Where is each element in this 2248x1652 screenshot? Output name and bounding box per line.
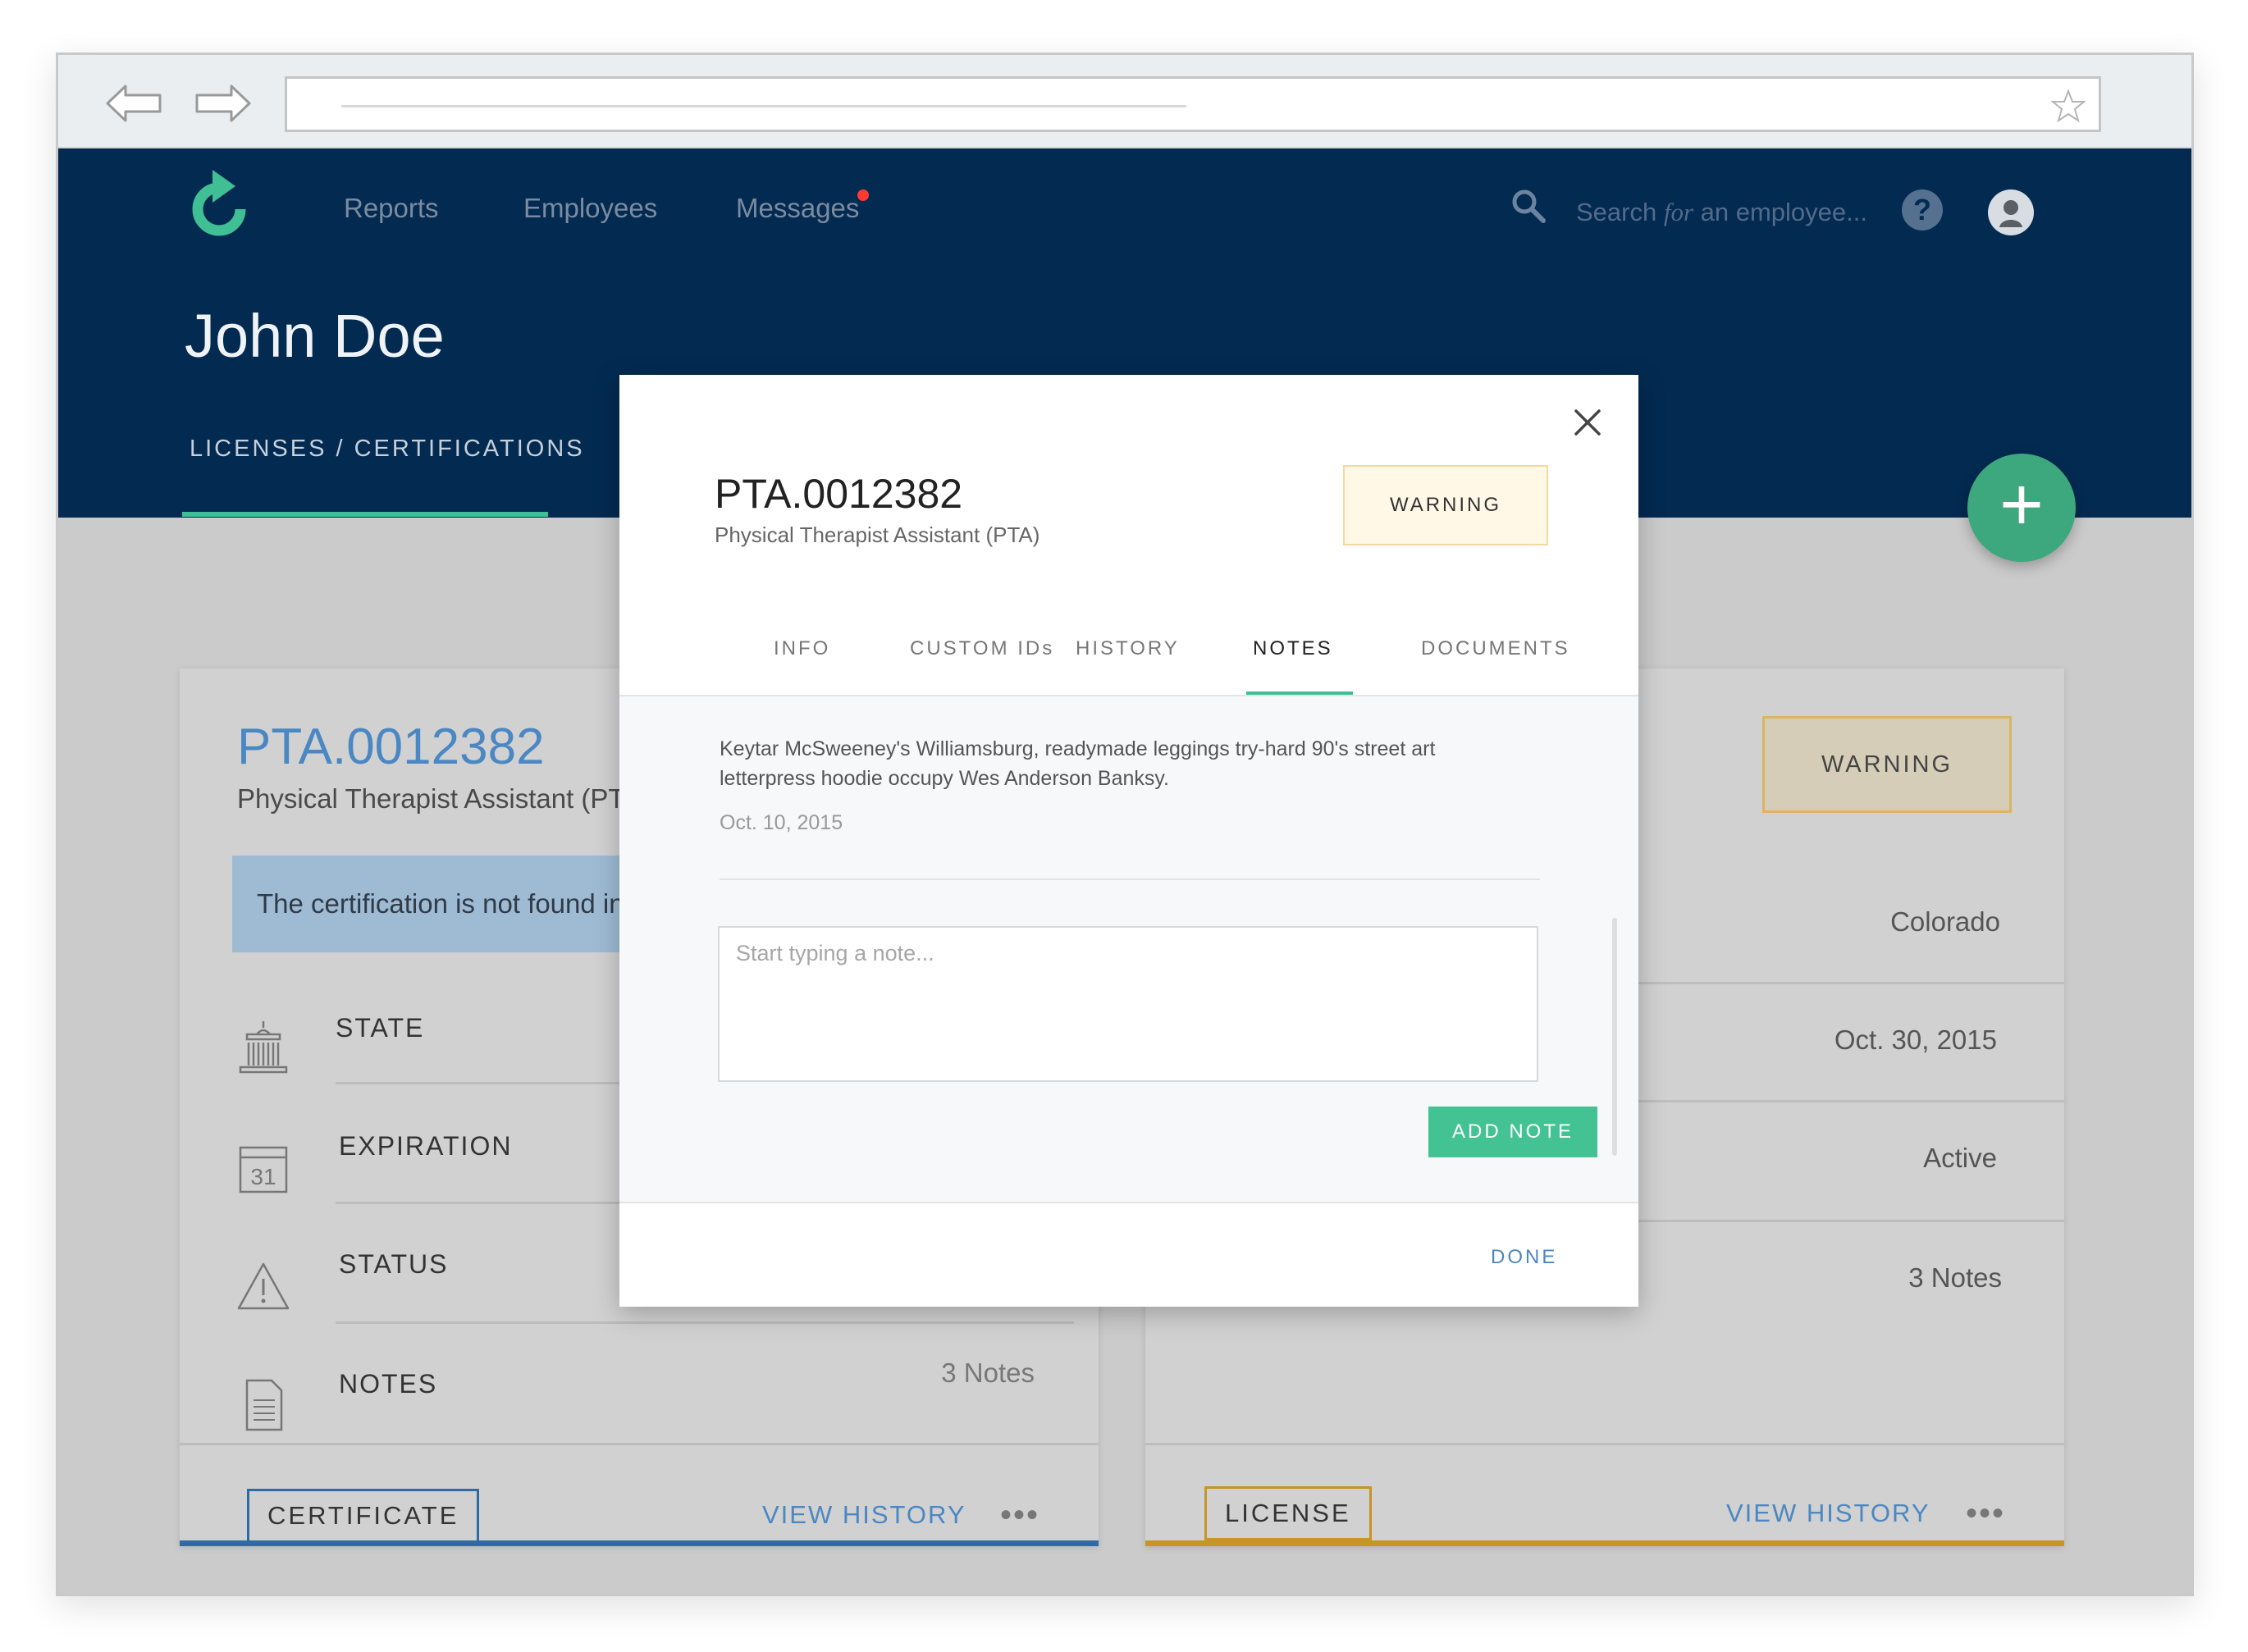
status-value: Active: [1923, 1143, 1997, 1173]
search-placeholder-post: an employee...: [1693, 198, 1867, 226]
row-label-notes: NOTES: [339, 1369, 438, 1399]
document-icon: [245, 1379, 283, 1431]
note-input[interactable]: [718, 926, 1538, 1082]
card-footer-divider: [180, 1443, 1099, 1445]
nav-messages[interactable]: Messages: [736, 193, 859, 224]
close-icon[interactable]: [1569, 404, 1606, 440]
search-placeholder-italic: for: [1663, 198, 1694, 226]
expiration-value: Oct. 30, 2015: [1834, 1025, 1997, 1055]
nav-employees[interactable]: Employees: [523, 193, 657, 224]
search-placeholder-pre: Search: [1576, 198, 1664, 226]
card-footer-divider: [1145, 1443, 2064, 1445]
help-icon[interactable]: ?: [1902, 189, 1943, 230]
calendar-icon: 31: [239, 1146, 288, 1193]
tab-history[interactable]: HISTORY: [1076, 637, 1180, 660]
search-icon[interactable]: [1510, 188, 1547, 224]
tab-licenses-certifications[interactable]: LICENSES / CERTIFICATIONS: [190, 436, 585, 463]
add-button[interactable]: +: [1967, 454, 2076, 562]
modal-title: PTA.0012382: [715, 471, 963, 517]
add-note-button[interactable]: ADD NOTE: [1428, 1107, 1597, 1157]
row-label-status: STATUS: [339, 1249, 449, 1279]
address-bar[interactable]: [285, 76, 2101, 132]
forward-arrow-icon[interactable]: [194, 83, 253, 124]
nav-reports[interactable]: Reports: [344, 193, 439, 224]
modal-subtitle: Physical Therapist Assistant (PTA): [715, 523, 1040, 547]
row-divider: [336, 1321, 1074, 1324]
alert-text: The certification is not found in: [257, 888, 624, 919]
row-label-state: STATE: [336, 1013, 425, 1043]
url-placeholder-line: [341, 105, 1186, 107]
search-input[interactable]: Search for an employee...: [1576, 198, 1867, 227]
tab-documents[interactable]: DOCUMENTS: [1421, 637, 1570, 660]
done-button[interactable]: DONE: [1491, 1246, 1557, 1269]
page-title: John Doe: [185, 302, 445, 370]
browser-window: Reports Employees Messages Search for an…: [56, 52, 2194, 1596]
license-detail-modal: PTA.0012382 Physical Therapist Assistant…: [619, 375, 1638, 1307]
more-options-icon[interactable]: •••: [1966, 1495, 2005, 1532]
tab-notes[interactable]: NOTES: [1253, 637, 1333, 660]
user-avatar-icon[interactable]: [1988, 189, 2034, 235]
certificate-tag-button[interactable]: CERTIFICATE: [247, 1489, 480, 1543]
note-divider: [720, 878, 1540, 880]
state-value: Colorado: [1890, 906, 2000, 937]
scrollbar[interactable]: [1612, 918, 1617, 1156]
notes-panel: Keytar McSweeney's Williamsburg, readyma…: [619, 695, 1638, 1203]
calendar-day: 31: [250, 1164, 276, 1189]
card-subtitle: Physical Therapist Assistant (PTA): [237, 783, 651, 814]
notes-count[interactable]: 3 Notes: [1908, 1262, 2002, 1294]
tab-custom-ids[interactable]: CUSTOM IDs: [910, 637, 1054, 660]
back-arrow-icon[interactable]: [104, 83, 163, 124]
status-badge: WARNING: [1343, 465, 1548, 545]
tab-info[interactable]: INFO: [774, 637, 830, 660]
browser-toolbar: [58, 55, 2191, 148]
unread-indicator: [857, 189, 869, 201]
active-tab-indicator: [182, 512, 548, 517]
view-history-link[interactable]: VIEW HISTORY: [762, 1500, 966, 1530]
view-history-link[interactable]: VIEW HISTORY: [1726, 1499, 1930, 1528]
notes-count[interactable]: 3 Notes: [941, 1358, 1035, 1389]
star-icon[interactable]: [2051, 89, 2086, 123]
note-date: Oct. 10, 2015: [720, 811, 843, 834]
license-tag-button[interactable]: LICENSE: [1204, 1486, 1372, 1540]
card-title[interactable]: PTA.0012382: [237, 718, 545, 776]
note-text: Keytar McSweeney's Williamsburg, readyma…: [720, 737, 1436, 790]
status-badge: WARNING: [1762, 716, 2012, 813]
capitol-building-icon: [239, 1021, 288, 1074]
refresh-arrow-logo-icon[interactable]: [190, 167, 252, 242]
row-label-expiration: EXPIRATION: [339, 1131, 513, 1161]
more-options-icon[interactable]: •••: [1000, 1497, 1039, 1534]
warning-triangle-icon: [237, 1262, 290, 1310]
